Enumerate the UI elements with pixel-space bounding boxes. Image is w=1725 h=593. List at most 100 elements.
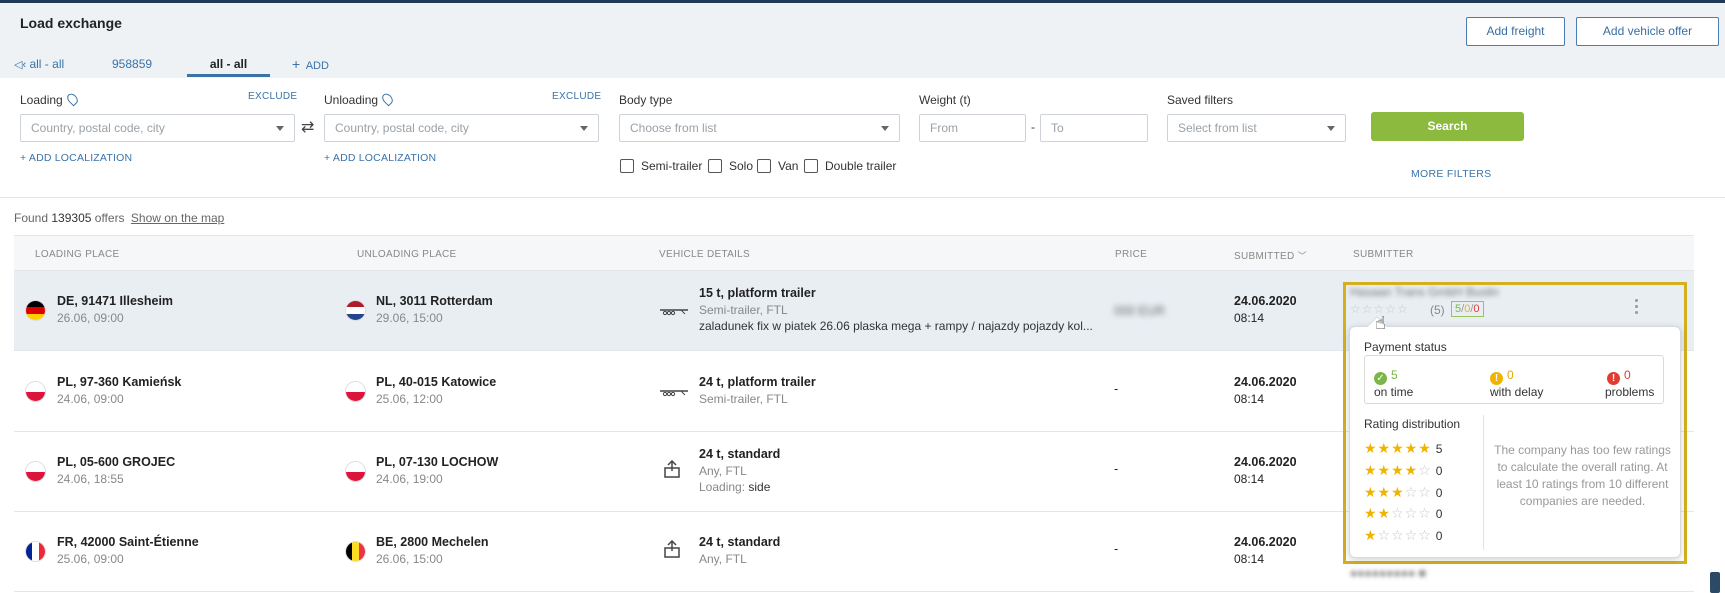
loading-date: 24.06, 09:00 bbox=[57, 392, 124, 406]
vehicle-subtitle: Any, FTL bbox=[699, 464, 747, 478]
flag-fr-icon bbox=[26, 542, 45, 561]
unloading-place: BE, 2800 Mechelen bbox=[376, 535, 489, 549]
loading-label: Loading bbox=[20, 91, 80, 107]
submitter-rating-popup: Payment status ✓ 5 on time ! 0 with delay … bbox=[1349, 316, 1681, 558]
unloading-location-input[interactable]: Country, postal code, city bbox=[324, 114, 599, 142]
submitted-date: 24.06.2020 bbox=[1234, 455, 1297, 469]
unloading-date: 29.06, 15:00 bbox=[376, 311, 443, 325]
loading-location-input[interactable]: Country, postal code, city bbox=[20, 114, 295, 142]
on-time-count: ✓ 5 bbox=[1374, 368, 1398, 385]
swap-arrows-icon[interactable]: ⇄ bbox=[301, 117, 314, 137]
semi-trailer-checkbox[interactable] bbox=[620, 159, 634, 173]
search-button[interactable]: Search bbox=[1371, 112, 1524, 141]
unloading-date: 26.06, 15:00 bbox=[376, 552, 443, 566]
col-submitted[interactable]: SUBMITTED ﹀ bbox=[1234, 249, 1307, 262]
saved-filters-select[interactable]: Select from list bbox=[1167, 114, 1346, 142]
star-icon: ★★★★ bbox=[1364, 462, 1419, 478]
star-icon: ★ bbox=[1364, 527, 1378, 543]
payment-status-box: ✓ 5 on time ! 0 with delay ! 0 problems bbox=[1364, 355, 1664, 404]
check-circle-icon: ✓ bbox=[1374, 372, 1387, 385]
popup-divider bbox=[1483, 415, 1484, 550]
rating-row-3: ★★★☆☆ 0 bbox=[1364, 484, 1443, 500]
double-trailer-checkbox[interactable] bbox=[804, 159, 818, 173]
loading-place: FR, 42000 Saint-Étienne bbox=[57, 535, 199, 549]
add-vehicle-offer-button[interactable]: Add vehicle offer bbox=[1576, 17, 1719, 46]
tab-all-all-active[interactable]: all - all bbox=[187, 51, 270, 77]
problems-count: ! 0 bbox=[1607, 368, 1631, 385]
chevron-down-icon bbox=[1327, 126, 1335, 131]
col-price[interactable]: PRICE bbox=[1115, 249, 1147, 260]
add-tab-button[interactable]: + ADD bbox=[292, 51, 329, 77]
unloading-exclude-link[interactable]: EXCLUDE bbox=[552, 91, 601, 102]
submitted-time: 08:14 bbox=[1234, 552, 1265, 566]
payment-status-title: Payment status bbox=[1364, 340, 1447, 354]
standard-box-icon bbox=[664, 460, 680, 478]
rating-row-2: ★★☆☆☆ 0 bbox=[1364, 505, 1443, 521]
flag-pl-icon bbox=[346, 462, 365, 481]
col-submitter: SUBMITTER bbox=[1353, 249, 1414, 260]
unloading-place: PL, 40-015 Katowice bbox=[376, 375, 497, 389]
show-on-map-link[interactable]: Show on the map bbox=[131, 211, 224, 225]
loading-date: 24.06, 18:55 bbox=[57, 472, 124, 486]
star-icon: ★★★★★ bbox=[1364, 440, 1432, 456]
unloading-date: 25.06, 12:00 bbox=[376, 392, 443, 406]
col-unloading-place[interactable]: UNLOADING PLACE bbox=[357, 249, 457, 260]
vehicle-description: zaladunek fix w piatek 26.06 plaska mega… bbox=[699, 319, 1093, 333]
hand-cursor-icon: ☝ bbox=[1375, 313, 1386, 333]
flag-pl-icon bbox=[26, 382, 45, 401]
weight-to-input[interactable]: To bbox=[1040, 114, 1148, 142]
add-freight-button[interactable]: Add freight bbox=[1466, 17, 1565, 46]
standard-box-icon bbox=[664, 540, 680, 558]
star-icon: ★★ bbox=[1364, 505, 1392, 521]
vehicle-title: 24 t, platform trailer bbox=[699, 375, 816, 389]
vehicle-subtitle: Semi-trailer, FTL bbox=[699, 392, 788, 406]
scrollbar-thumb[interactable] bbox=[1710, 572, 1720, 593]
solo-checkbox[interactable] bbox=[708, 159, 722, 173]
submitted-time: 08:14 bbox=[1234, 311, 1265, 325]
weight-label: Weight (t) bbox=[919, 93, 971, 107]
rating-distribution-title: Rating distribution bbox=[1364, 417, 1461, 431]
location-pin-icon bbox=[64, 91, 80, 107]
solo-label: Solo bbox=[729, 159, 754, 173]
delay-count: ! 0 bbox=[1490, 368, 1514, 385]
loading-place: DE, 91471 Illesheim bbox=[57, 294, 174, 308]
on-time-label: on time bbox=[1374, 385, 1414, 399]
loading-exclude-link[interactable]: EXCLUDE bbox=[248, 91, 297, 102]
tab-958859[interactable]: 958859 bbox=[112, 51, 152, 77]
speaker-icon: ◁‹ bbox=[14, 59, 27, 71]
vehicle-title: 24 t, standard bbox=[699, 535, 781, 549]
unloading-place: NL, 3011 Rotterdam bbox=[376, 294, 493, 308]
table-header: LOADING PLACE UNLOADING PLACE VEHICLE DE… bbox=[14, 235, 1694, 271]
more-filters-link[interactable]: MORE FILTERS bbox=[1411, 168, 1491, 180]
van-label: Van bbox=[778, 159, 799, 173]
body-type-select[interactable]: Choose from list bbox=[619, 114, 900, 142]
vehicle-loading-type: Loading: side bbox=[699, 480, 771, 494]
col-vehicle-details[interactable]: VEHICLE DETAILS bbox=[659, 249, 750, 260]
problems-label: problems bbox=[1605, 385, 1655, 399]
location-pin-icon bbox=[380, 91, 395, 107]
loading-add-localization[interactable]: + ADD LOCALIZATION bbox=[20, 152, 132, 164]
weight-from-input[interactable]: From bbox=[919, 114, 1026, 142]
price: - bbox=[1114, 382, 1119, 396]
loading-place: PL, 05-600 GROJEC bbox=[57, 455, 176, 469]
loading-place: PL, 97-360 Kamieńsk bbox=[57, 375, 182, 389]
sort-chevron-down-icon: ﹀ bbox=[1297, 251, 1307, 261]
submitted-date: 24.06.2020 bbox=[1234, 294, 1297, 308]
page-header: Load exchange ◁‹ all - all 958859 all - … bbox=[0, 3, 1725, 78]
unloading-place: PL, 07-130 LOCHOW bbox=[376, 455, 499, 469]
plus-icon: + bbox=[292, 56, 301, 72]
unloading-add-localization[interactable]: + ADD LOCALIZATION bbox=[324, 152, 436, 164]
vehicle-subtitle: Semi-trailer, FTL bbox=[699, 303, 788, 317]
delay-label: with delay bbox=[1490, 385, 1544, 399]
results-summary: Found 139305 offers Show on the map bbox=[14, 211, 225, 225]
flag-de-icon bbox=[26, 301, 45, 320]
submitted-date: 24.06.2020 bbox=[1234, 375, 1297, 389]
van-checkbox[interactable] bbox=[757, 159, 771, 173]
warning-circle-icon: ! bbox=[1490, 372, 1503, 385]
col-loading-place[interactable]: LOADING PLACE bbox=[35, 249, 119, 260]
price: - bbox=[1114, 542, 1119, 556]
chevron-down-icon bbox=[276, 126, 284, 131]
tab-all-all-muted[interactable]: ◁‹ all - all bbox=[14, 51, 64, 77]
submitted-date: 24.06.2020 bbox=[1234, 535, 1297, 549]
saved-filters-label: Saved filters bbox=[1167, 93, 1234, 107]
